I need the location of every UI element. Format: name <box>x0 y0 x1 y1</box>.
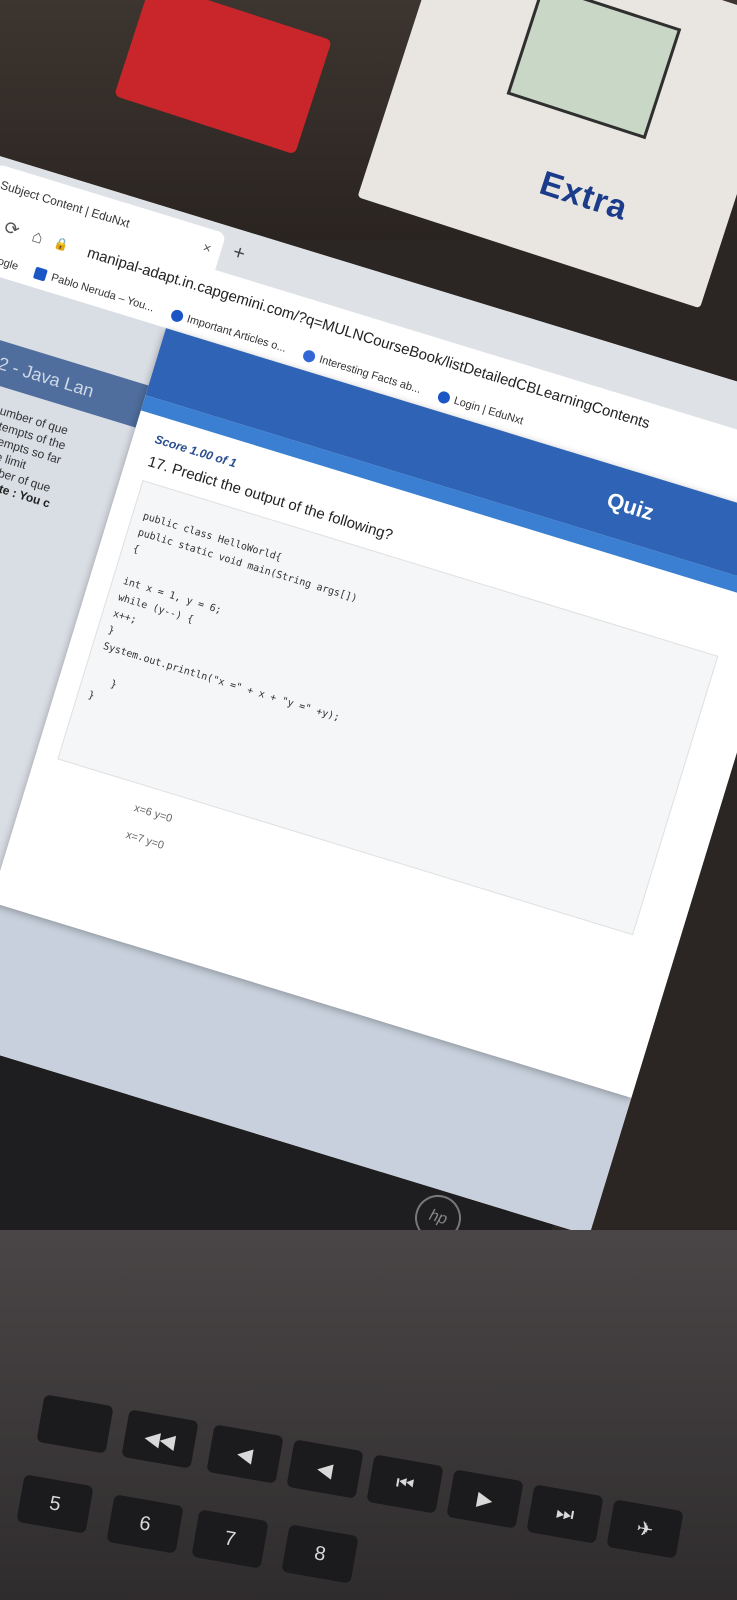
laptop-screen: Subject Content | EduNxt × + → ⟳ ⌂ 🔒 man… <box>0 150 737 1236</box>
key-f9[interactable]: ▶ <box>446 1469 524 1529</box>
key-f6[interactable]: ◀ <box>206 1424 284 1484</box>
bookmark-icon <box>169 308 185 324</box>
lock-icon: 🔒 <box>52 235 71 253</box>
answer-option[interactable]: x=6 y=0 <box>133 802 174 825</box>
bookmark-icon <box>33 266 49 282</box>
key-6[interactable]: 6 <box>106 1494 184 1554</box>
product-brand: Extra <box>535 163 633 228</box>
keyboard: 5 6 7 8 ◀◀ ◀ ◀ ⏮ ▶ ⏭ ✈ <box>0 1230 737 1600</box>
answer-option[interactable]: x=7 y=0 <box>124 829 165 852</box>
bookmark-icon <box>436 389 452 405</box>
close-icon[interactable]: × <box>201 239 214 257</box>
product-box: Extra <box>357 0 737 309</box>
key-f10[interactable]: ⏭ <box>526 1484 604 1544</box>
quiz-info: Total number of que Total attempts of th… <box>0 393 74 511</box>
quiz-title: Quiz <box>603 487 657 526</box>
reload-icon[interactable]: ⟳ <box>2 217 22 241</box>
key-f5[interactable]: ◀◀ <box>121 1409 199 1469</box>
key-5[interactable]: 5 <box>16 1474 94 1534</box>
new-tab-button[interactable]: + <box>230 241 248 266</box>
key-f8[interactable]: ⏮ <box>366 1454 444 1514</box>
home-icon[interactable]: ⌂ <box>29 225 46 248</box>
product-image <box>506 0 682 140</box>
key-f4[interactable] <box>36 1394 114 1454</box>
key-7[interactable]: 7 <box>191 1509 269 1569</box>
code-text: public class HelloWorld{public static vo… <box>76 492 387 808</box>
key-f7[interactable]: ◀ <box>286 1439 364 1499</box>
bookmark-icon <box>301 348 317 364</box>
key-8[interactable]: 8 <box>281 1524 359 1584</box>
key-f11[interactable]: ✈ <box>606 1499 684 1559</box>
